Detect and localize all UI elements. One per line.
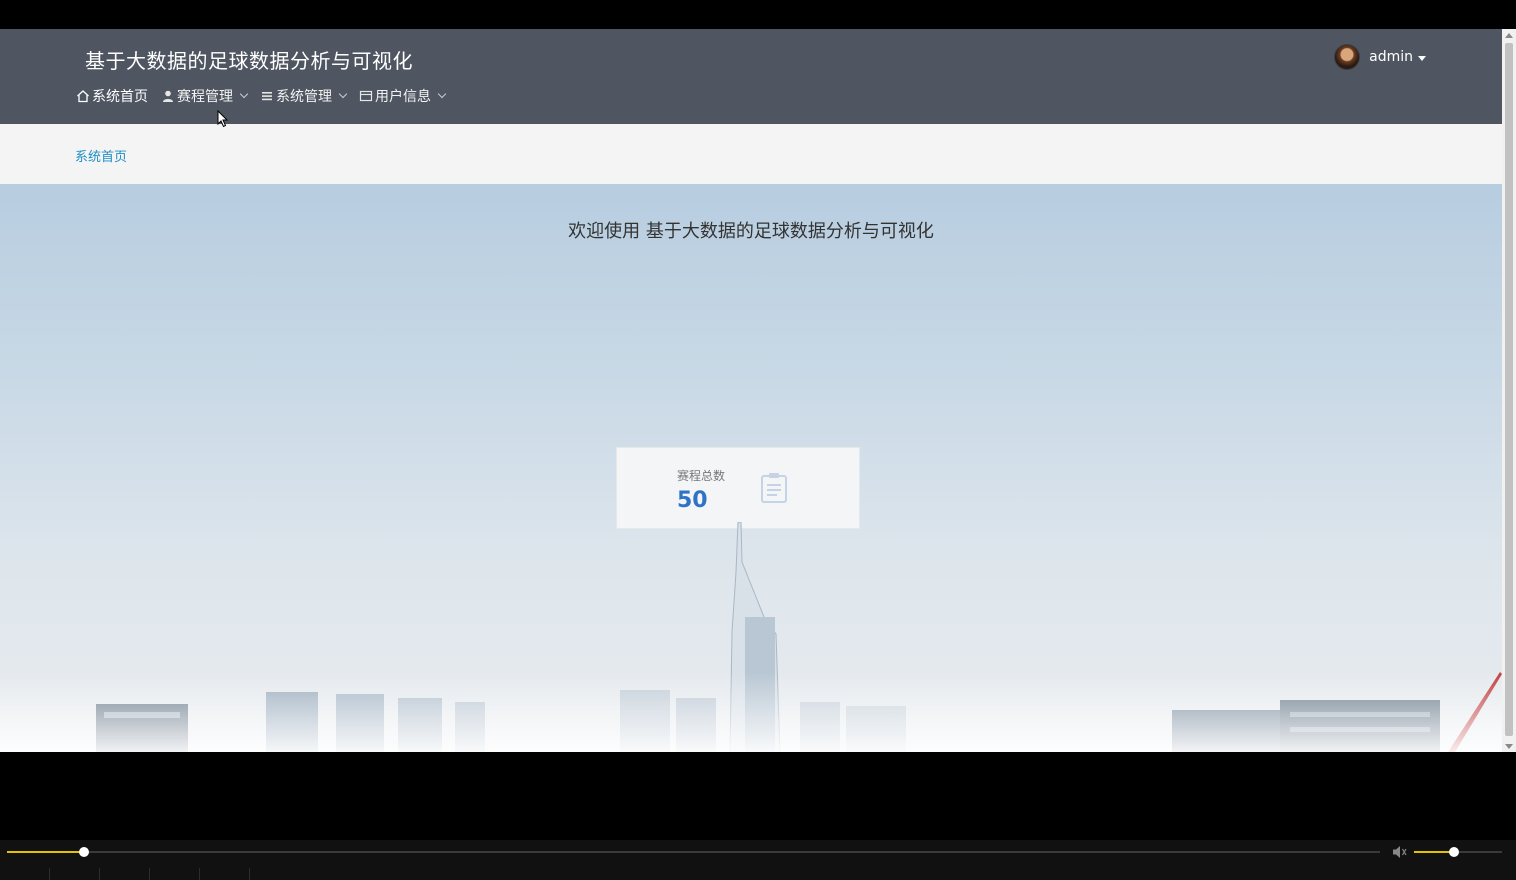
clipboard-icon xyxy=(761,473,787,503)
user-menu[interactable]: admin xyxy=(1334,44,1426,70)
mouse-pointer-icon xyxy=(217,110,229,128)
caret-down-icon xyxy=(1418,55,1426,61)
control-button[interactable] xyxy=(200,868,250,880)
vertical-scrollbar[interactable] xyxy=(1502,29,1516,752)
stat-label: 赛程总数 xyxy=(677,469,726,483)
nav-item-home[interactable]: 系统首页 xyxy=(76,86,148,106)
nav-item-user-info[interactable]: 用户信息 xyxy=(359,86,447,106)
scroll-up-icon[interactable] xyxy=(1505,33,1513,38)
welcome-title: 欢迎使用 基于大数据的足球数据分析与可视化 xyxy=(0,217,1502,243)
player-controls xyxy=(0,840,1516,880)
breadcrumb-bar: 系统首页 xyxy=(0,124,1502,184)
site-title: 基于大数据的足球数据分析与可视化 xyxy=(85,49,413,73)
nav-item-label: 系统首页 xyxy=(92,89,148,105)
breadcrumb[interactable]: 系统首页 xyxy=(75,146,127,165)
stat-card-schedule-total: 赛程总数 50 xyxy=(616,447,860,529)
chevron-down-icon xyxy=(437,89,447,99)
nav-item-label: 赛程管理 xyxy=(177,89,233,105)
video-player: 基于大数据的足球数据分析与可视化 系统首页 赛程管理 系统管理 用户信息 adm… xyxy=(0,0,1516,880)
chevron-down-icon xyxy=(338,89,348,99)
home-icon xyxy=(76,89,90,103)
city-skyline-image xyxy=(0,522,1502,752)
control-button[interactable] xyxy=(0,868,50,880)
letterbox-top xyxy=(0,0,1516,29)
volume-slider[interactable] xyxy=(1414,847,1502,857)
web-page: 基于大数据的足球数据分析与可视化 系统首页 赛程管理 系统管理 用户信息 adm… xyxy=(0,29,1502,752)
nav-item-schedule[interactable]: 赛程管理 xyxy=(161,86,249,106)
avatar-icon xyxy=(1334,44,1361,70)
seek-bar[interactable] xyxy=(7,847,1380,857)
chevron-down-icon xyxy=(239,89,249,99)
welcome-system-name: 基于大数据的足球数据分析与可视化 xyxy=(645,221,934,242)
stat-value: 50 xyxy=(677,488,708,513)
control-button-row xyxy=(0,868,1516,880)
control-button[interactable] xyxy=(150,868,200,880)
user-icon xyxy=(161,89,175,103)
username: admin xyxy=(1369,49,1413,65)
scroll-down-icon[interactable] xyxy=(1505,744,1513,749)
scrollbar-thumb[interactable] xyxy=(1505,43,1513,736)
volume-handle[interactable] xyxy=(1448,847,1459,857)
speaker-icon[interactable] xyxy=(1392,845,1408,859)
nav-item-label: 用户信息 xyxy=(375,89,431,105)
volume-fill xyxy=(1414,851,1454,853)
main-nav: 系统首页 赛程管理 系统管理 用户信息 xyxy=(76,86,458,106)
seek-handle[interactable] xyxy=(78,847,89,857)
card-icon xyxy=(359,89,373,103)
nav-item-label: 系统管理 xyxy=(276,89,332,105)
control-button[interactable] xyxy=(100,868,150,880)
hero-banner: 欢迎使用 基于大数据的足球数据分析与可视化 赛程总数 50 xyxy=(0,184,1502,752)
seek-bar-fill xyxy=(7,851,84,853)
control-button[interactable] xyxy=(50,868,100,880)
nav-item-system[interactable]: 系统管理 xyxy=(260,86,348,106)
list-icon xyxy=(260,89,274,103)
browser-viewport: 基于大数据的足球数据分析与可视化 系统首页 赛程管理 系统管理 用户信息 adm… xyxy=(0,29,1516,752)
welcome-prefix: 欢迎使用 xyxy=(568,221,646,242)
